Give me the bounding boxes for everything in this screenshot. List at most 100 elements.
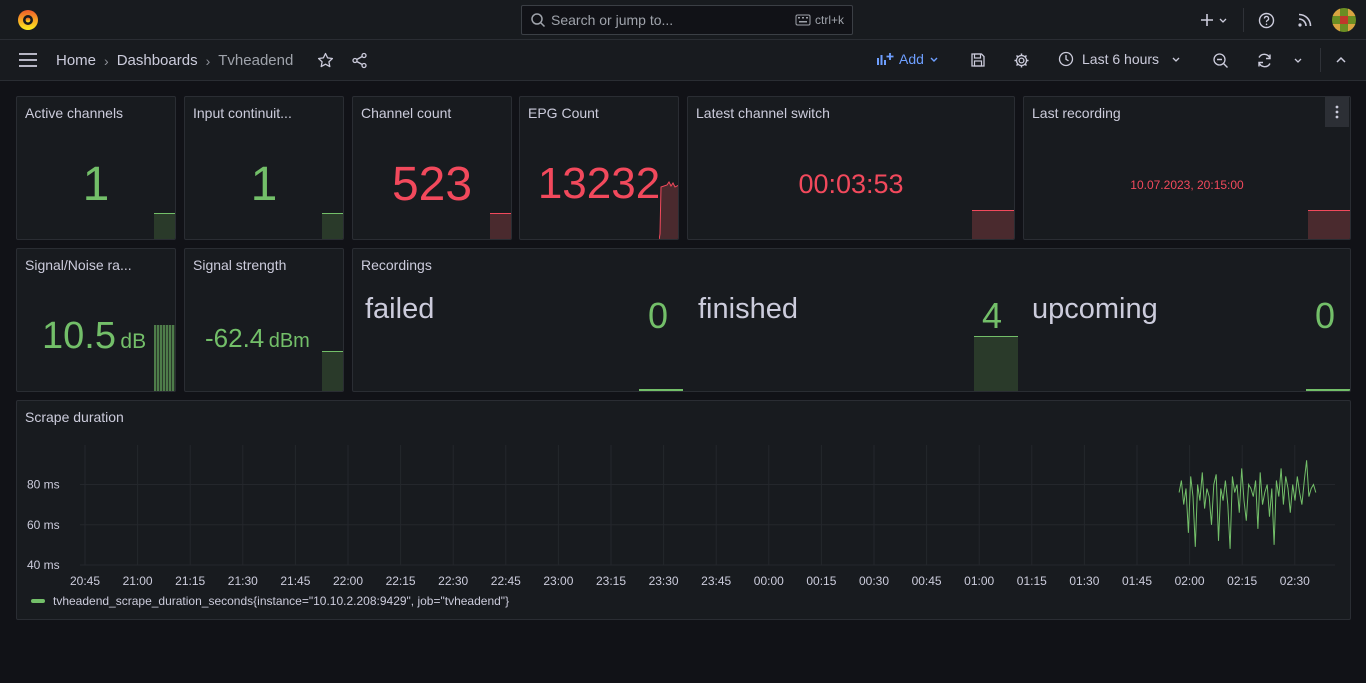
x-tick-label: 02:30 xyxy=(1280,574,1310,588)
x-tick-label: 00:30 xyxy=(859,574,889,588)
x-tick-label: 02:15 xyxy=(1227,574,1257,588)
x-tick-label: 00:15 xyxy=(806,574,836,588)
chevron-down-icon xyxy=(1172,57,1180,62)
recordings-failed: failed 0 xyxy=(353,289,686,391)
help-icon xyxy=(1258,12,1274,28)
stat-value-group: 10.5 dB xyxy=(42,315,146,358)
x-tick-label: 02:00 xyxy=(1175,574,1205,588)
recordings-upcoming: upcoming 0 xyxy=(1020,289,1350,391)
stat-value: 1 xyxy=(82,158,110,211)
collapse-header-button[interactable] xyxy=(1332,51,1350,69)
panel-channel-count[interactable]: Channel count 523 xyxy=(352,96,512,240)
y-tick-label: 60 ms xyxy=(27,518,60,532)
scrape-duration-chart[interactable]: 20:45 21:00 21:15 21:30 21:45 22:00 22:15 22:30… xyxy=(17,401,1350,591)
x-tick-label: 01:30 xyxy=(1069,574,1099,588)
panel-signal-noise[interactable]: Signal/Noise ra... 10.5 dB xyxy=(16,248,176,392)
x-tick-label: 00:45 xyxy=(912,574,942,588)
sparkline xyxy=(490,213,511,239)
panel-active-channels[interactable]: Active channels 1 xyxy=(16,96,176,240)
panel-signal-strength[interactable]: Signal strength -62.4 dBm xyxy=(184,248,344,392)
chevron-down-icon xyxy=(1219,18,1227,23)
x-tick-label: 22:15 xyxy=(386,574,416,588)
top-bar: Search or jump to... ctrl+k xyxy=(0,0,1366,40)
zoom-out-button[interactable] xyxy=(1211,51,1229,69)
news-button[interactable] xyxy=(1295,10,1315,30)
search-placeholder: Search or jump to... xyxy=(551,12,674,28)
new-menu-button[interactable] xyxy=(1198,10,1230,30)
stat-value: 1 xyxy=(250,158,278,211)
panel-title: Latest channel switch xyxy=(696,105,830,121)
stat-value-group: -62.4 dBm xyxy=(205,323,310,354)
rss-icon xyxy=(1298,13,1312,27)
recording-value: 4 xyxy=(982,295,1003,336)
recordings-finished: finished 4 xyxy=(686,289,1019,391)
panel-latest-channel-switch[interactable]: Latest channel switch 00:03:53 xyxy=(687,96,1015,240)
x-tick-label: 21:30 xyxy=(228,574,258,588)
more-vertical-icon xyxy=(1335,105,1339,119)
x-tick-label: 22:00 xyxy=(333,574,363,588)
x-tick-label: 20:45 xyxy=(70,574,100,588)
x-tick-label: 22:45 xyxy=(491,574,521,588)
legend-swatch xyxy=(31,599,45,603)
share-button[interactable] xyxy=(350,51,368,69)
sparkline xyxy=(974,336,1018,391)
sparkline xyxy=(1308,210,1350,239)
x-tick-label: 23:00 xyxy=(543,574,573,588)
chevron-down-icon xyxy=(930,57,938,62)
star-button[interactable] xyxy=(316,51,334,69)
panel-title: Input continuit... xyxy=(193,105,292,121)
y-tick-label: 80 ms xyxy=(27,478,60,492)
search-shortcut: ctrl+k xyxy=(814,13,844,27)
help-button[interactable] xyxy=(1256,10,1276,30)
panel-input-continuity[interactable]: Input continuit... 1 xyxy=(184,96,344,240)
add-button[interactable]: Add xyxy=(876,51,939,67)
breadcrumb-home[interactable]: Home xyxy=(56,52,96,69)
x-tick-label: 21:45 xyxy=(280,574,310,588)
panel-title: Active channels xyxy=(25,105,124,121)
dashboard-settings-button[interactable] xyxy=(1012,51,1030,69)
panel-epg-count[interactable]: EPG Count 13232 xyxy=(519,96,679,240)
sparkline xyxy=(154,325,175,391)
save-dashboard-button[interactable] xyxy=(969,51,987,69)
grafana-logo-icon[interactable] xyxy=(16,8,40,32)
refresh-button[interactable] xyxy=(1255,51,1273,69)
x-tick-label: 01:45 xyxy=(1122,574,1152,588)
x-tick-label: 21:00 xyxy=(123,574,153,588)
zoom-out-icon xyxy=(1212,52,1228,68)
stat-value: 13232 xyxy=(537,159,661,208)
sparkline xyxy=(322,213,343,239)
avatar[interactable] xyxy=(1332,8,1356,32)
x-tick-label: 22:30 xyxy=(438,574,468,588)
time-range-picker[interactable]: Last 6 hours xyxy=(1058,51,1181,67)
gear-icon xyxy=(1014,53,1028,67)
save-icon xyxy=(971,53,985,67)
panel-scrape-duration[interactable]: Scrape duration 20:45 21:00 21:15 21:30 21:4… xyxy=(16,400,1351,620)
stat-value: 10.07.2023, 20:15:00 xyxy=(1130,178,1244,192)
chart-legend[interactable]: tvheadend_scrape_duration_seconds{instan… xyxy=(31,594,509,608)
add-button-label: Add xyxy=(899,51,924,67)
clock-icon xyxy=(1058,51,1074,67)
breadcrumb-separator: › xyxy=(104,52,109,69)
y-tick-label: 40 ms xyxy=(27,558,60,572)
panel-recordings[interactable]: Recordings failed 0 finished 4 upcoming … xyxy=(352,248,1351,392)
breadcrumb-dashboards[interactable]: Dashboards xyxy=(117,52,198,69)
sparkline xyxy=(322,351,343,391)
x-tick-label: 01:15 xyxy=(1017,574,1047,588)
panel-title: EPG Count xyxy=(528,105,599,121)
stat-unit: dB xyxy=(120,330,147,353)
panel-title: Recordings xyxy=(361,257,432,273)
panel-last-recording[interactable]: Last recording 10.07.2023, 20:15:00 xyxy=(1023,96,1351,240)
share-icon xyxy=(351,52,367,68)
search-input[interactable]: Search or jump to... ctrl+k xyxy=(521,5,853,35)
menu-icon[interactable] xyxy=(18,52,38,68)
chevron-down-icon xyxy=(1294,58,1302,63)
divider xyxy=(1320,48,1321,72)
sparkline xyxy=(639,389,683,391)
panel-menu-button[interactable] xyxy=(1325,97,1349,127)
dashboard-nav-bar: Home › Dashboards › Tvheadend Add Last 6… xyxy=(0,40,1366,81)
refresh-interval-dropdown[interactable] xyxy=(1289,51,1307,69)
plus-icon xyxy=(1201,14,1213,26)
recording-value: 0 xyxy=(648,295,669,336)
panel-title: Signal/Noise ra... xyxy=(25,257,132,273)
search-icon xyxy=(531,13,546,28)
